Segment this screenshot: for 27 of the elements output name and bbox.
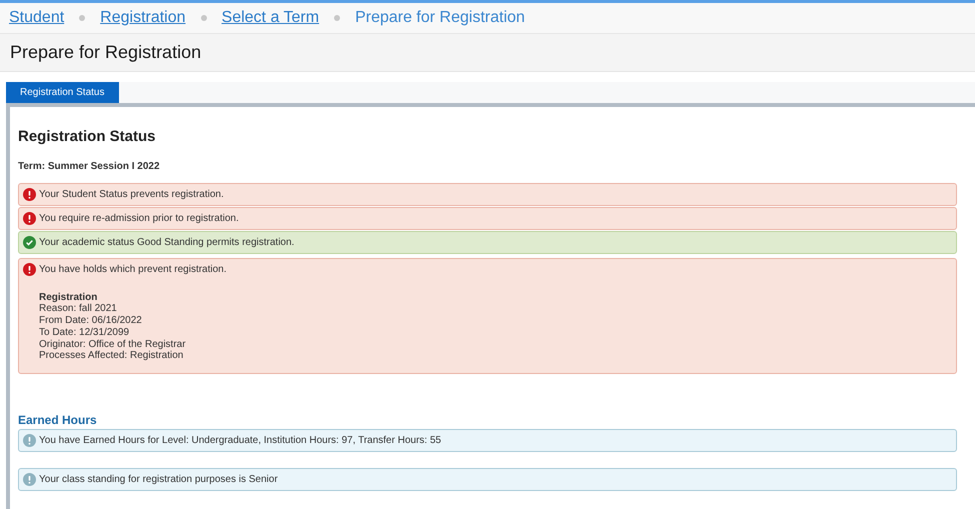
tab[interactable]: Registration Status — [6, 82, 118, 103]
hold-detail: From Date: 06/16/2022 — [39, 315, 143, 327]
hold-title: Registration — [39, 292, 98, 304]
hold-detail: Reason: fall 2021 — [39, 303, 118, 316]
message-text: Your class standing for registration purposes is Senior — [39, 473, 278, 488]
hold-detail: Originator: Office of the Registrar — [39, 338, 187, 350]
breadcrumb-link[interactable]: Select a Term — [222, 6, 320, 30]
error-icon — [23, 262, 36, 276]
section-title: Earned Hours — [18, 412, 98, 430]
message-text: You have Earned Hours for Level: Undergraduate, Institution Hours: 97, Transfer Hours: 55 — [39, 434, 442, 448]
hold-detail: Processes Affected: Registration — [39, 350, 184, 362]
message-text: You have holds which prevent registration. — [39, 262, 227, 276]
info-icon — [23, 434, 36, 448]
breadcrumb-current: Prepare for Registration — [355, 8, 525, 28]
breadcrumb-link[interactable]: Student — [9, 6, 64, 30]
hold-detail: To Date: 12/31/2099 — [39, 326, 130, 339]
term-label: Term: Summer Session I 2022 — [18, 160, 161, 174]
error-icon — [23, 212, 36, 224]
info-icon — [23, 473, 36, 486]
check-circle-icon — [23, 236, 36, 248]
error-icon — [23, 188, 36, 200]
page-title: Prepare for Registration — [10, 41, 202, 64]
breadcrumb-link[interactable]: Registration — [100, 6, 186, 30]
section-title: Registration Status — [18, 127, 157, 147]
message-text: You require re-admission prior to registration. — [39, 212, 239, 226]
message-text: Your academic status Good Standing permits registration. — [39, 236, 294, 250]
message-text: Your Student Status prevents registration. — [39, 188, 224, 202]
